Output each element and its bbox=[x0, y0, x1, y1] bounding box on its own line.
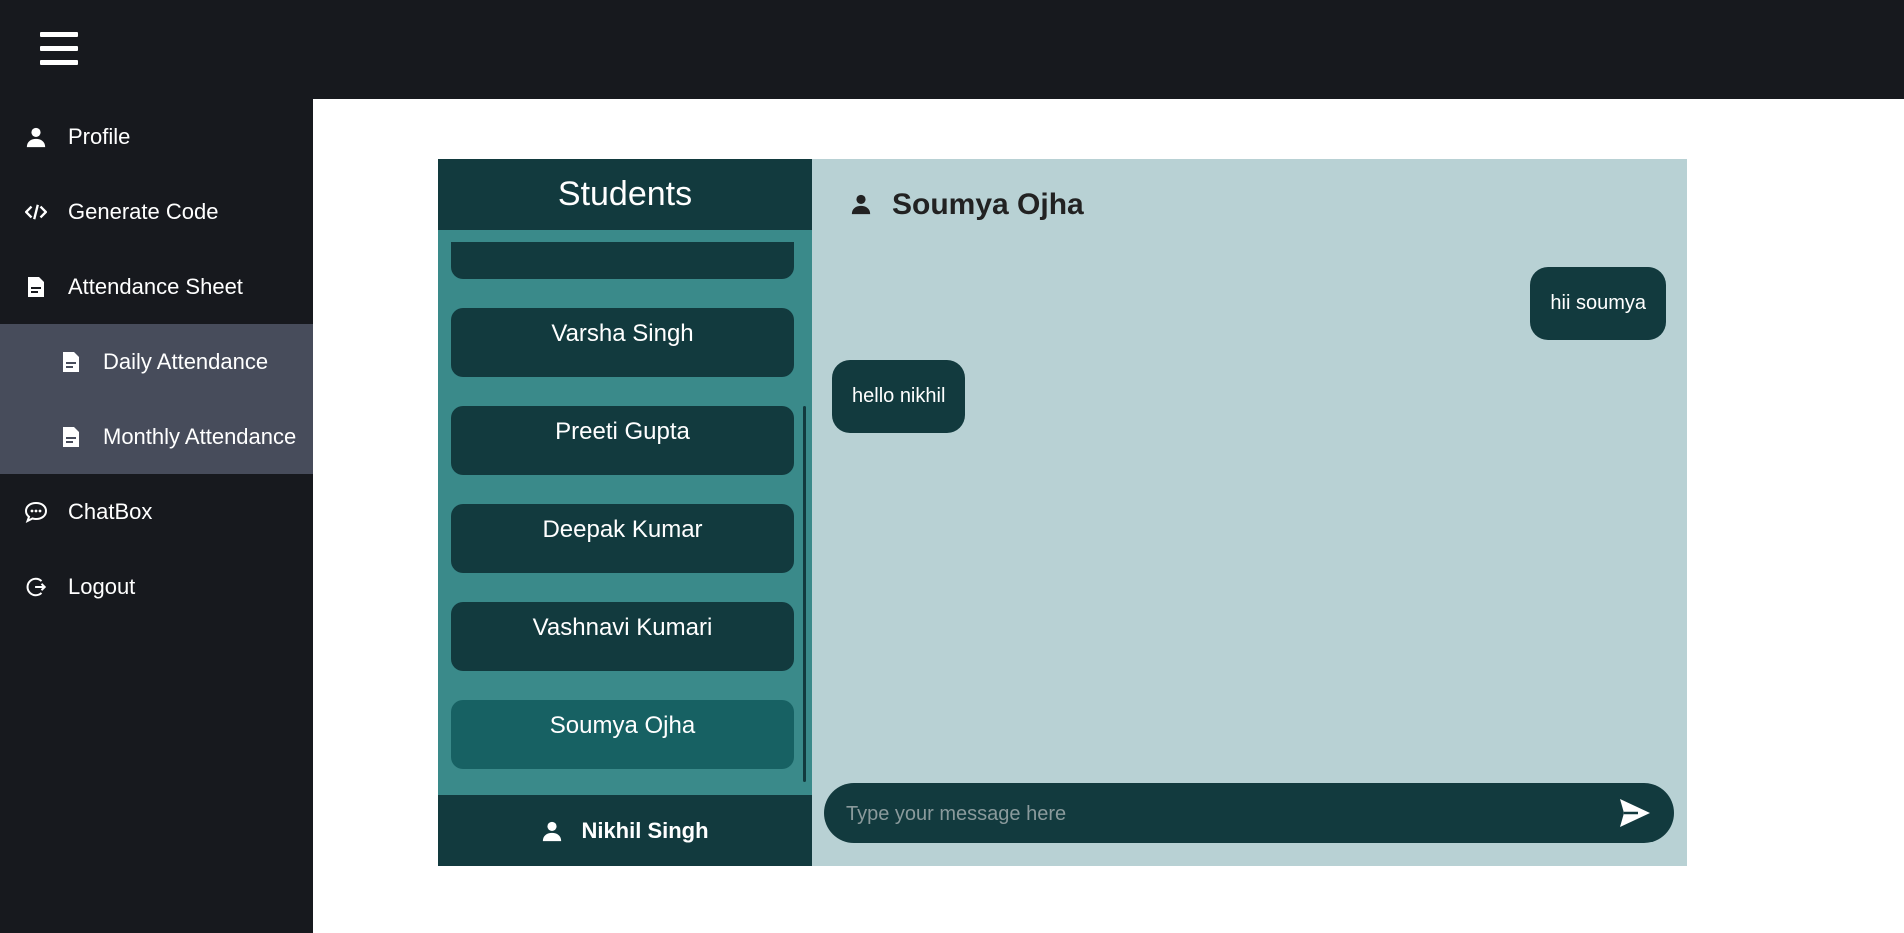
sidebar-item-label: ChatBox bbox=[68, 498, 153, 524]
user-icon bbox=[24, 125, 48, 149]
sidebar-item-logout[interactable]: Logout bbox=[0, 549, 313, 624]
document-icon bbox=[59, 350, 83, 374]
message-input[interactable] bbox=[844, 783, 1608, 845]
students-panel: Students Varsha Singh Preeti Gupta Deepa… bbox=[438, 159, 812, 866]
sidebar-item-chatbox[interactable]: ChatBox bbox=[0, 474, 313, 549]
student-card[interactable]: Deepak Kumar bbox=[451, 504, 794, 573]
sidebar-item-profile[interactable]: Profile bbox=[0, 99, 313, 174]
sidebar-item-generate-code[interactable]: Generate Code bbox=[0, 174, 313, 249]
sidebar-item-label: Attendance Sheet bbox=[68, 273, 243, 299]
student-card[interactable]: Preeti Gupta bbox=[451, 406, 794, 475]
logout-icon bbox=[24, 575, 48, 599]
send-icon[interactable] bbox=[1618, 797, 1652, 829]
chat-contact-name: Soumya Ojha bbox=[892, 188, 1084, 221]
top-bar bbox=[0, 0, 1904, 99]
sidebar-item-monthly-attendance[interactable]: Monthly Attendance bbox=[0, 399, 313, 474]
user-icon bbox=[850, 193, 874, 217]
student-card[interactable] bbox=[451, 242, 794, 279]
code-icon bbox=[24, 200, 48, 224]
sidebar-item-label: Monthly Attendance bbox=[103, 423, 297, 449]
sidebar-item-label: Daily Attendance bbox=[103, 348, 269, 374]
chat-panel: Soumya Ojha hii soumya hello nikhil bbox=[812, 159, 1687, 866]
current-user-name: Nikhil Singh bbox=[581, 817, 709, 843]
student-list[interactable]: Varsha Singh Preeti Gupta Deepak Kumar V… bbox=[438, 230, 812, 778]
document-icon bbox=[24, 275, 48, 299]
chat-container: Students Varsha Singh Preeti Gupta Deepa… bbox=[438, 159, 1687, 866]
student-list-scrollbar[interactable] bbox=[803, 406, 806, 782]
message-received: hello nikhil bbox=[832, 360, 966, 433]
current-user-footer: Nikhil Singh bbox=[438, 795, 812, 866]
chat-header: Soumya Ojha bbox=[850, 185, 1084, 225]
sidebar: Profile Generate Code Attendance Sheet D… bbox=[0, 99, 313, 933]
student-card[interactable]: Varsha Singh bbox=[451, 308, 794, 377]
chat-icon bbox=[24, 500, 48, 524]
user-icon bbox=[541, 820, 563, 842]
sidebar-item-daily-attendance[interactable]: Daily Attendance bbox=[0, 324, 313, 399]
sidebar-item-label: Generate Code bbox=[68, 198, 219, 224]
sidebar-item-label: Profile bbox=[68, 123, 131, 149]
document-icon bbox=[59, 425, 83, 449]
sidebar-item-attendance-sheet[interactable]: Attendance Sheet bbox=[0, 249, 313, 324]
student-card-active[interactable]: Soumya Ojha bbox=[451, 700, 794, 769]
message-input-bar bbox=[824, 783, 1674, 845]
student-card[interactable]: Vashnavi Kumari bbox=[451, 602, 794, 671]
message-sent: hii soumya bbox=[1530, 267, 1666, 340]
sidebar-item-label: Logout bbox=[68, 573, 136, 599]
students-title: Students bbox=[438, 159, 812, 230]
hamburger-menu-icon[interactable] bbox=[40, 30, 80, 68]
